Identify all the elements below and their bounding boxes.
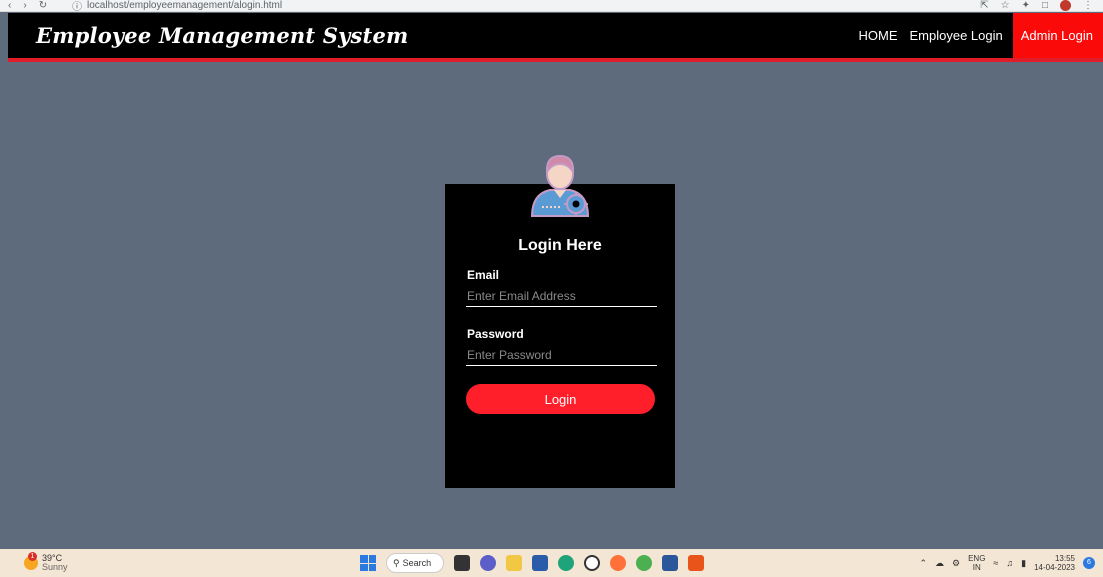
- windows-start-icon[interactable]: [360, 555, 376, 571]
- file-explorer-icon[interactable]: [506, 555, 522, 571]
- task-view-icon[interactable]: [454, 555, 470, 571]
- nav-home[interactable]: HOME: [852, 13, 903, 58]
- brand-title[interactable]: Employee Management System: [8, 23, 408, 48]
- chevron-up-icon[interactable]: ⌃: [919, 558, 927, 569]
- login-button[interactable]: Login: [466, 384, 655, 414]
- store-icon[interactable]: [532, 555, 548, 571]
- dell-icon[interactable]: [584, 555, 600, 571]
- nav-employee-login[interactable]: Employee Login: [903, 13, 1008, 58]
- edge-icon[interactable]: [558, 555, 574, 571]
- browser-toolbar: ‹ › ↻ ⓘ localhost/employeemanagement/alo…: [0, 0, 1103, 12]
- nav-links: HOME Employee Login Admin Login: [852, 13, 1103, 58]
- wifi-icon[interactable]: ≈: [993, 558, 998, 568]
- nav-admin-login[interactable]: Admin Login: [1012, 13, 1103, 58]
- reload-icon[interactable]: ↻: [39, 0, 47, 11]
- search-label: Search: [402, 558, 432, 568]
- password-field[interactable]: [466, 344, 657, 366]
- admin-avatar-icon: [530, 154, 590, 217]
- language-indicator[interactable]: ENG IN: [968, 554, 985, 572]
- email-field[interactable]: [466, 285, 657, 307]
- cloud-icon[interactable]: ☁: [935, 558, 944, 569]
- profile-avatar[interactable]: [1060, 0, 1071, 11]
- search-icon: ⚲: [393, 557, 400, 568]
- browser-actions: ⇱ ☆ ✦ □ ⋮: [980, 0, 1103, 11]
- login-title: Login Here: [518, 237, 602, 254]
- clock-date: 14-04-2023: [1034, 563, 1075, 572]
- weather-badge: 1: [28, 552, 37, 561]
- back-icon[interactable]: ‹: [8, 0, 11, 11]
- taskbar-apps: ⚲ Search: [360, 553, 704, 573]
- clock-time: 13:55: [1054, 554, 1075, 563]
- sun-icon: 1: [24, 552, 38, 570]
- email-label: Email: [467, 268, 500, 282]
- xampp-icon[interactable]: [688, 555, 704, 571]
- address-bar[interactable]: ⓘ localhost/employeemanagement/alogin.ht…: [72, 0, 283, 11]
- chrome-icon[interactable]: [636, 555, 652, 571]
- network-status-icon[interactable]: ⚙: [952, 558, 960, 569]
- clock[interactable]: 13:55 14-04-2023: [1034, 554, 1075, 572]
- chat-icon[interactable]: [480, 555, 496, 571]
- weather-desc: Sunny: [42, 562, 68, 572]
- taskbar-search[interactable]: ⚲ Search: [386, 553, 444, 573]
- battery-icon[interactable]: ▮: [1021, 558, 1026, 569]
- word-icon[interactable]: [662, 555, 678, 571]
- navbar: Employee Management System HOME Employee…: [8, 13, 1103, 62]
- system-tray: ⌃ ☁ ⚙ ENG IN ≈ ♫ ▮ 13:55 14-04-2023 6: [919, 554, 1103, 572]
- login-card: Login Here Email Password Login: [445, 184, 675, 488]
- volume-icon[interactable]: ♫: [1006, 558, 1013, 568]
- window-icon[interactable]: □: [1042, 0, 1048, 11]
- menu-icon[interactable]: ⋮: [1083, 0, 1093, 11]
- address-text: localhost/employeemanagement/alogin.html: [87, 0, 283, 11]
- browser-nav: ‹ › ↻: [0, 0, 72, 11]
- info-icon[interactable]: ⓘ: [72, 0, 82, 11]
- share-icon[interactable]: ⇱: [980, 0, 988, 11]
- bookmark-icon[interactable]: ☆: [1001, 0, 1010, 11]
- weather-widget[interactable]: 1 39°C Sunny: [0, 552, 360, 572]
- forward-icon[interactable]: ›: [23, 0, 26, 11]
- firefox-icon[interactable]: [610, 555, 626, 571]
- taskbar: 1 39°C Sunny ⚲ Search ⌃ ☁ ⚙ ENG IN ≈ ♫ ▮…: [0, 549, 1103, 577]
- extensions-icon[interactable]: ✦: [1022, 0, 1030, 11]
- password-label: Password: [467, 327, 524, 341]
- notification-badge[interactable]: 6: [1083, 557, 1095, 569]
